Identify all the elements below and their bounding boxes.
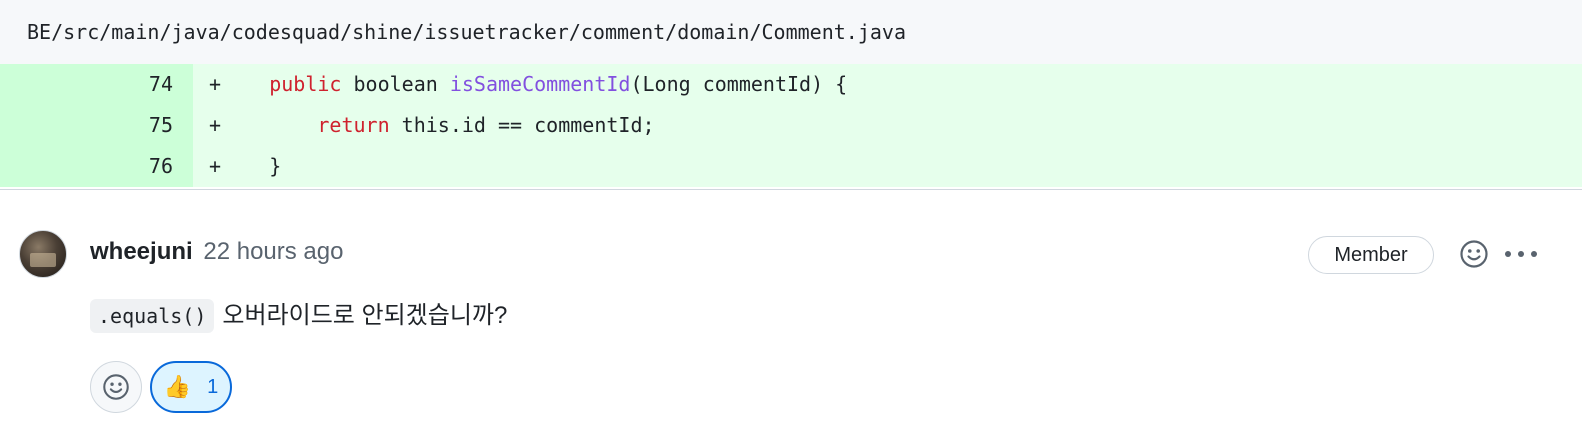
diff-marker: + [209,154,222,178]
diff-line: 74 + public boolean isSameCommentId(Long… [0,64,1582,105]
diff-hunk: 74 + public boolean isSameCommentId(Long… [0,64,1582,190]
keyword: return [317,113,390,137]
add-reaction-button[interactable] [90,361,142,413]
code-text: } [269,154,282,178]
diff-line: 76 + } [0,146,1582,187]
code-text: boolean [341,72,450,96]
function-name: isSameCommentId [449,72,631,96]
file-path-header: BE/src/main/java/codesquad/shine/issuetr… [0,0,1582,64]
comment-body: .equals() 오버라이드로 안되겠습니까? [90,298,507,334]
file-path[interactable]: BE/src/main/java/codesquad/shine/issuetr… [27,20,906,44]
smiley-icon [103,374,129,400]
keyword: public [269,72,342,96]
code-line: + return this.id == commentId; [193,105,1582,146]
code-text: (Long commentId) { [630,72,848,96]
code-text: this.id == commentId; [389,113,655,137]
line-number[interactable]: 74 [0,64,193,105]
inline-code: .equals() [90,299,215,333]
diff-line: 75 + return this.id == commentId; [0,105,1582,146]
comment-header: wheejuni 22 hours ago [90,238,343,266]
diff-marker: + [209,72,222,96]
line-number[interactable]: 75 [0,105,193,146]
author-name[interactable]: wheejuni [90,238,193,265]
timestamp[interactable]: 22 hours ago [203,238,343,265]
code-line: + public boolean isSameCommentId(Long co… [193,64,1582,105]
comment-text: 오버라이드로 안되겠습니까? [222,302,508,329]
kebab-horizontal-icon[interactable] [1503,238,1539,270]
reaction-count: 1 [207,375,219,398]
line-number[interactable]: 76 [0,146,193,187]
smiley-icon[interactable] [1458,238,1490,270]
avatar[interactable] [19,230,67,278]
code-line: + } [193,146,1582,187]
thumbs-up-reaction-button[interactable]: 👍 1 [150,361,232,413]
thumbs-up-icon: 👍 [163,374,192,399]
member-badge: Member [1308,236,1434,274]
diff-marker: + [209,113,222,137]
review-comment: wheejuni 22 hours ago Member .equals() 오… [0,190,1582,438]
